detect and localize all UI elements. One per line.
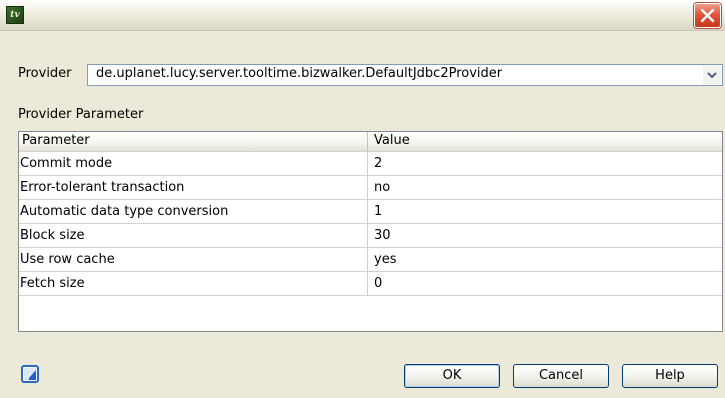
parameter-value[interactable]: no xyxy=(368,176,722,199)
help-button[interactable]: Help xyxy=(622,364,718,388)
parameter-name: Fetch size xyxy=(19,272,368,295)
parameter-name: Commit mode xyxy=(19,152,368,175)
parameter-name: Block size xyxy=(19,224,368,247)
title-bar[interactable]: tv xyxy=(0,0,725,31)
parameter-name: Automatic data type conversion xyxy=(19,200,368,223)
parameter-name: Use row cache xyxy=(19,248,368,271)
dropdown-button[interactable] xyxy=(703,66,721,84)
table-header: Parameter Value xyxy=(19,132,722,152)
parameter-name: Error-tolerant transaction xyxy=(19,176,368,199)
close-icon xyxy=(700,8,715,23)
parameter-value[interactable]: 1 xyxy=(368,200,722,223)
parameter-value[interactable]: 2 xyxy=(368,152,722,175)
table-row[interactable]: Use row cache yes xyxy=(19,248,722,272)
close-button[interactable] xyxy=(694,3,721,28)
parameter-value[interactable]: 0 xyxy=(368,272,722,295)
provider-label: Provider xyxy=(18,66,72,81)
column-header-parameter[interactable]: Parameter xyxy=(19,132,368,151)
table-row[interactable]: Block size 30 xyxy=(19,224,722,248)
app-icon: tv xyxy=(6,6,24,24)
checkbox-icon[interactable] xyxy=(21,365,39,383)
chevron-down-icon xyxy=(707,72,717,79)
table-row[interactable]: Fetch size 0 xyxy=(19,272,722,296)
column-header-value[interactable]: Value xyxy=(368,132,722,151)
provider-select-value: de.uplanet.lucy.server.tooltime.bizwalke… xyxy=(96,66,503,81)
cancel-button[interactable]: Cancel xyxy=(513,364,609,388)
parameter-value[interactable]: yes xyxy=(368,248,722,271)
table-row[interactable]: Error-tolerant transaction no xyxy=(19,176,722,200)
parameter-value[interactable]: 30 xyxy=(368,224,722,247)
section-label-provider-parameter: Provider Parameter xyxy=(18,107,144,122)
dialog-window: tv Provider de.uplanet.lucy.server.toolt… xyxy=(0,0,725,398)
provider-select[interactable]: de.uplanet.lucy.server.tooltime.bizwalke… xyxy=(87,64,723,86)
ok-button[interactable]: OK xyxy=(404,364,500,388)
parameter-table[interactable]: Parameter Value Commit mode 2 Error-tole… xyxy=(18,131,723,332)
table-row[interactable]: Automatic data type conversion 1 xyxy=(19,200,722,224)
table-row[interactable]: Commit mode 2 xyxy=(19,152,722,176)
